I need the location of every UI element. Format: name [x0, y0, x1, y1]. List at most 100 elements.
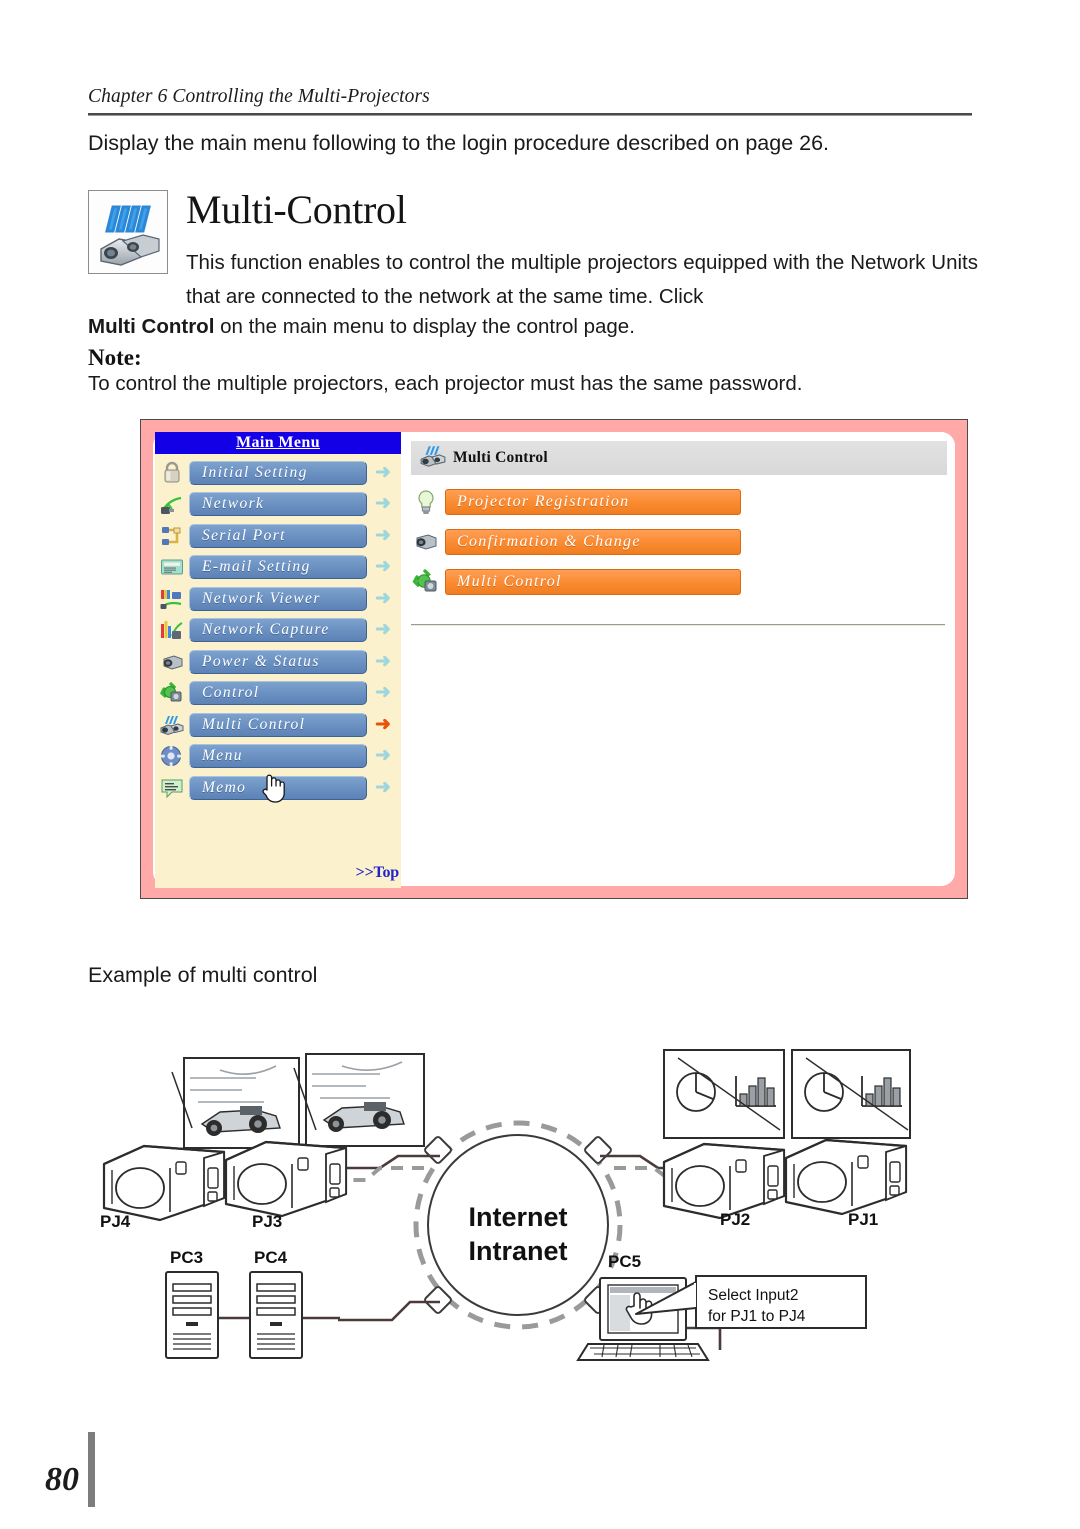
sidebar-item-label: Menu: [189, 744, 367, 769]
label-pc5: PC5: [608, 1252, 642, 1271]
content-divider: [411, 624, 945, 626]
confirmation-change-row[interactable]: Confirmation & Change: [411, 522, 955, 562]
screen-pj1: [791, 1049, 911, 1139]
chevron-right-icon: ➜: [375, 524, 391, 546]
projector-registration-row[interactable]: Projector Registration: [411, 482, 955, 522]
label-pc4: PC4: [254, 1248, 288, 1267]
chevron-right-icon: ➜: [375, 461, 391, 483]
chevron-right-icon: ➜: [375, 776, 391, 798]
chevron-right-icon-active: ➜: [375, 713, 391, 735]
multi-projector-icon: [159, 713, 185, 737]
sidebar-item-menu[interactable]: Menu ➜: [159, 741, 401, 773]
menu-wheel-icon: [159, 744, 185, 768]
content-header: Multi Control: [411, 441, 947, 475]
multi-control-button-label: Multi Control: [445, 569, 741, 595]
header-rule: [88, 113, 972, 116]
sidebar-item-label: Network Viewer: [189, 586, 367, 611]
email-icon: [159, 555, 185, 579]
sidebar-item-label: E-mail Setting: [189, 555, 367, 580]
sidebar-item-control[interactable]: Control ➜: [159, 678, 401, 710]
confirmation-change-button-label: Confirmation & Change: [445, 529, 741, 555]
cloud-label-intranet: Intranet: [468, 1236, 568, 1266]
main-menu-list: Initial Setting ➜ Network ➜ Serial Port …: [155, 454, 401, 804]
top-link[interactable]: >>Top: [356, 864, 400, 882]
main-menu-panel: Main Menu Initial Setting ➜ Network ➜ Se…: [155, 432, 401, 888]
padlock-icon: [159, 461, 185, 485]
page-number: 80: [45, 1461, 79, 1498]
sidebar-item-email-setting[interactable]: E-mail Setting ➜: [159, 552, 401, 584]
multi-control-row[interactable]: Multi Control: [411, 562, 955, 602]
content-header-title: Multi Control: [453, 449, 548, 466]
paragraph-rest: on the main menu to display the control …: [214, 315, 635, 338]
control-gear-icon: [159, 681, 185, 705]
ui-screenshot-inner: Main Menu Initial Setting ➜ Network ➜ Se…: [153, 432, 955, 888]
multi-control-button-list: Projector Registration Confirmation & Ch…: [411, 482, 955, 602]
page-title: Multi-Control: [186, 187, 407, 232]
serial-port-icon: [159, 524, 185, 548]
label-pj2: PJ2: [720, 1210, 751, 1229]
multi-projector-icon: [88, 190, 168, 274]
intro-paragraph-continued: Multi Control on the main menu to displa…: [88, 310, 978, 344]
chevron-right-icon: ➜: [375, 587, 391, 609]
intro-sentence: Display the main menu following to the l…: [88, 131, 830, 155]
network-plug-icon: [159, 492, 185, 516]
projector-registration-button-label: Projector Registration: [445, 489, 741, 515]
sidebar-item-serial-port[interactable]: Serial Port ➜: [159, 520, 401, 552]
projector-pj4: [102, 1144, 226, 1222]
callout-line-2: for PJ1 to PJ4: [708, 1308, 806, 1325]
bulb-icon: [411, 488, 441, 516]
sidebar-item-network-viewer[interactable]: Network Viewer ➜: [159, 583, 401, 615]
label-pj1: PJ1: [848, 1210, 879, 1229]
label-pj3: PJ3: [252, 1212, 283, 1231]
sidebar-item-network-capture[interactable]: Network Capture ➜: [159, 615, 401, 647]
chevron-right-icon: ➜: [375, 745, 391, 767]
sidebar-item-multi-control[interactable]: Multi Control ➜: [159, 709, 401, 741]
note-label: Note:: [88, 345, 142, 370]
chevron-right-icon: ➜: [375, 619, 391, 641]
computer-pc4: [249, 1271, 303, 1359]
sidebar-item-label: Control: [189, 681, 367, 706]
sidebar-item-label: Initial Setting: [189, 460, 367, 485]
sidebar-item-label: Power & Status: [189, 649, 367, 674]
network-capture-icon: [159, 618, 185, 642]
intro-paragraph: This function enables to control the mul…: [186, 251, 978, 308]
hand-cursor-icon: [259, 770, 285, 804]
projector-pj3: [224, 1140, 348, 1218]
projector-icon: [159, 650, 185, 674]
sidebar-item-initial-setting[interactable]: Initial Setting ➜: [159, 457, 401, 489]
camera-icon: [411, 528, 441, 556]
sidebar-item-label: Network: [189, 492, 367, 517]
folio-bar: [88, 1432, 95, 1507]
network-viewer-icon: [159, 587, 185, 611]
network-diagram: PJ4 PJ3 PJ2 PJ1 PC3 PC4 PC5 Internet Int…: [80, 1020, 1000, 1380]
sidebar-item-label: Multi Control: [189, 712, 367, 737]
main-menu-title: Main Menu: [155, 432, 401, 454]
multi-control-content-panel: Multi Control Projector Registration Con…: [405, 432, 955, 886]
screen-pj2: [663, 1049, 785, 1139]
chevron-right-icon: ➜: [375, 556, 391, 578]
computer-pc3: [165, 1271, 219, 1359]
screen-pj4: [183, 1057, 300, 1149]
control-gear-icon: [411, 568, 441, 596]
screen-pj3: [305, 1053, 425, 1147]
sidebar-item-label: Serial Port: [189, 523, 367, 548]
ui-screenshot-frame: Main Menu Initial Setting ➜ Network ➜ Se…: [140, 419, 968, 899]
cloud-label-internet: Internet: [468, 1202, 568, 1232]
projector-pj1: [784, 1138, 908, 1216]
multi-projector-icon: [419, 443, 447, 474]
chevron-right-icon: ➜: [375, 650, 391, 672]
callout-line-1: Select Input2: [708, 1287, 799, 1304]
memo-balloon-icon: [159, 776, 185, 800]
chapter-header: Chapter 6 Controlling the Multi-Projecto…: [88, 86, 972, 116]
chevron-right-icon: ➜: [375, 493, 391, 515]
sidebar-item-label: Network Capture: [189, 618, 367, 643]
sidebar-item-power-status[interactable]: Power & Status ➜: [159, 646, 401, 678]
label-pj4: PJ4: [100, 1212, 131, 1231]
sidebar-item-network[interactable]: Network ➜: [159, 489, 401, 521]
chapter-header-text: Chapter 6 Controlling the Multi-Projecto…: [88, 86, 430, 107]
chevron-right-icon: ➜: [375, 682, 391, 704]
note-text: To control the multiple projectors, each…: [88, 372, 803, 395]
example-caption: Example of multi control: [88, 963, 318, 987]
multi-control-bold: Multi Control: [88, 315, 215, 338]
projector-pj2: [662, 1142, 786, 1220]
